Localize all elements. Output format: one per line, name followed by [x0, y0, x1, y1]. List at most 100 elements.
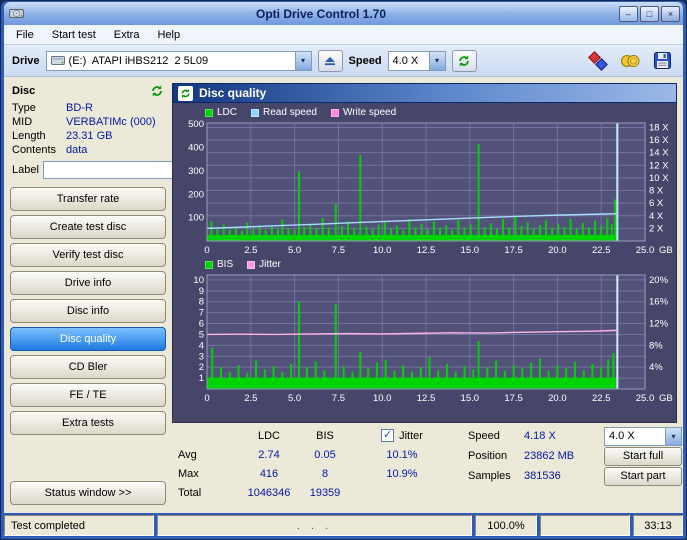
svg-text:15.0: 15.0: [461, 245, 480, 256]
chevron-down-icon[interactable]: ▾: [665, 428, 681, 445]
bis-column-header: BIS: [298, 430, 352, 442]
svg-text:25.0: 25.0: [636, 245, 655, 256]
disc-contents-value: data: [66, 144, 164, 156]
ldc-chart-legend: LDCRead speedWrite speed: [177, 105, 672, 120]
svg-text:GB: GB: [659, 393, 673, 404]
test-controls: Speed 4.18 X 4.0 X ▾ Position 23862 MB S…: [468, 426, 686, 505]
drive-select[interactable]: (E:) ATAPI iHBS212 2 5L09 ▾: [46, 51, 312, 71]
menu-start-test[interactable]: Start test: [44, 27, 104, 43]
chevron-down-icon[interactable]: ▾: [429, 52, 445, 70]
drive-icon: [47, 55, 65, 66]
toolbar: Drive (E:) ATAPI iHBS212 2 5L09 ▾ Speed …: [4, 45, 683, 77]
save-icon: [654, 52, 671, 69]
content-area: Disc Type BD-R MID VERBATIMc (000) Lengt…: [4, 77, 683, 513]
sidebar-item-verify-test-disc[interactable]: Verify test disc: [10, 243, 166, 267]
svg-text:5: 5: [199, 329, 204, 340]
svg-text:8 X: 8 X: [649, 186, 664, 197]
svg-text:10: 10: [193, 275, 204, 286]
svg-text:7: 7: [199, 308, 204, 319]
svg-text:200: 200: [188, 189, 204, 200]
svg-text:20.0: 20.0: [548, 393, 567, 404]
svg-text:0: 0: [204, 393, 209, 404]
jitter-checkbox[interactable]: ✓: [381, 429, 394, 442]
max-ldc-value: 416: [240, 468, 298, 480]
close-button[interactable]: ×: [661, 6, 680, 22]
preferences-button[interactable]: [585, 49, 611, 73]
results-table: LDC BIS ✓ Jitter Avg 2.74 0.05 10.1% Max…: [174, 426, 452, 505]
disc-quality-icon: [178, 86, 193, 101]
maximize-button[interactable]: □: [640, 6, 659, 22]
svg-text:10.0: 10.0: [373, 393, 392, 404]
svg-text:500: 500: [188, 120, 204, 130]
menu-extra[interactable]: Extra: [106, 27, 148, 43]
avg-ldc-value: 2.74: [240, 449, 298, 461]
max-row-label: Max: [174, 468, 240, 480]
disc-info-row: Contents data: [10, 143, 166, 157]
total-ldc-value: 1046346: [240, 487, 298, 499]
svg-text:2.5: 2.5: [244, 393, 257, 404]
sidebar-item-create-test-disc[interactable]: Create test disc: [10, 215, 166, 239]
svg-text:7.5: 7.5: [332, 245, 345, 256]
test-speed-select[interactable]: 4.0 X ▾: [604, 427, 682, 446]
position-stat-value: 23862 MB: [524, 450, 602, 462]
svg-text:17.5: 17.5: [504, 393, 522, 404]
sidebar-item-disc-quality[interactable]: Disc quality: [10, 327, 166, 351]
svg-text:12.5: 12.5: [417, 393, 436, 404]
svg-text:5.0: 5.0: [288, 393, 301, 404]
start-full-button[interactable]: Start full: [604, 447, 682, 466]
svg-text:14 X: 14 X: [649, 148, 669, 159]
charts-panel: LDCRead speedWrite speed 100200300400500…: [172, 103, 677, 423]
disc-length-value: 23.31 GB: [66, 130, 164, 142]
svg-text:2: 2: [199, 362, 204, 373]
refresh-icon: [457, 54, 471, 68]
sidebar: Disc Type BD-R MID VERBATIMc (000) Lengt…: [10, 83, 166, 507]
menu-help[interactable]: Help: [149, 27, 188, 43]
app-window: Opti Drive Control 1.70 – □ × File Start…: [0, 0, 687, 540]
svg-text:7.5: 7.5: [332, 393, 345, 404]
minimize-button[interactable]: –: [619, 6, 638, 22]
disc-label-label: Label: [12, 164, 39, 176]
svg-text:18 X: 18 X: [649, 122, 669, 133]
sidebar-item-fe-te[interactable]: FE / TE: [10, 383, 166, 407]
disc-contents-label: Contents: [12, 144, 66, 156]
menu-bar: File Start test Extra Help: [4, 25, 683, 45]
avg-jitter-value: 10.1%: [352, 449, 452, 461]
speed-stat-value: 4.18 X: [524, 430, 602, 442]
svg-text:100: 100: [188, 213, 204, 224]
sidebar-item-drive-info[interactable]: Drive info: [10, 271, 166, 295]
svg-text:12 X: 12 X: [649, 160, 669, 171]
preferences-icon: [589, 52, 607, 70]
disc-label-input[interactable]: [43, 161, 193, 179]
svg-text:3: 3: [199, 351, 204, 362]
sidebar-item-transfer-rate[interactable]: Transfer rate: [10, 187, 166, 211]
progress-indicator: . . .: [157, 515, 472, 536]
jitter-checkbox-label: Jitter: [399, 430, 423, 442]
disc-info-row: MID VERBATIMc (000): [10, 115, 166, 129]
status-bar: Test completed . . . 100.0% 33:13: [4, 515, 683, 536]
svg-text:8: 8: [199, 297, 204, 308]
save-button[interactable]: [649, 49, 675, 73]
disc-refresh-icon[interactable]: [150, 84, 164, 98]
chevron-down-icon[interactable]: ▾: [295, 52, 311, 70]
sidebar-item-disc-info[interactable]: Disc info: [10, 299, 166, 323]
svg-text:4: 4: [199, 340, 204, 351]
menu-file[interactable]: File: [8, 27, 42, 43]
refresh-button[interactable]: [452, 50, 477, 72]
start-part-button[interactable]: Start part: [604, 467, 682, 486]
page-title-bar: Disc quality: [172, 83, 677, 103]
svg-text:300: 300: [188, 166, 204, 177]
license-button[interactable]: [617, 49, 643, 73]
svg-text:20%: 20%: [649, 275, 669, 286]
sidebar-item-cd-bler[interactable]: CD Bler: [10, 355, 166, 379]
max-bis-value: 8: [298, 468, 352, 480]
speed-select-value: 4.0 X: [389, 55, 429, 67]
title-bar[interactable]: Opti Drive Control 1.70 – □ ×: [4, 2, 683, 25]
speed-select[interactable]: 4.0 X ▾: [388, 51, 446, 71]
status-window-button[interactable]: Status window >>: [10, 481, 166, 505]
main-panel: Disc quality LDCRead speedWrite speed 10…: [172, 83, 677, 507]
speed-label: Speed: [349, 55, 382, 67]
sidebar-item-extra-tests[interactable]: Extra tests: [10, 411, 166, 435]
svg-text:4 X: 4 X: [649, 211, 664, 222]
disc-info-row: Type BD-R: [10, 101, 166, 115]
eject-button[interactable]: [318, 50, 343, 72]
